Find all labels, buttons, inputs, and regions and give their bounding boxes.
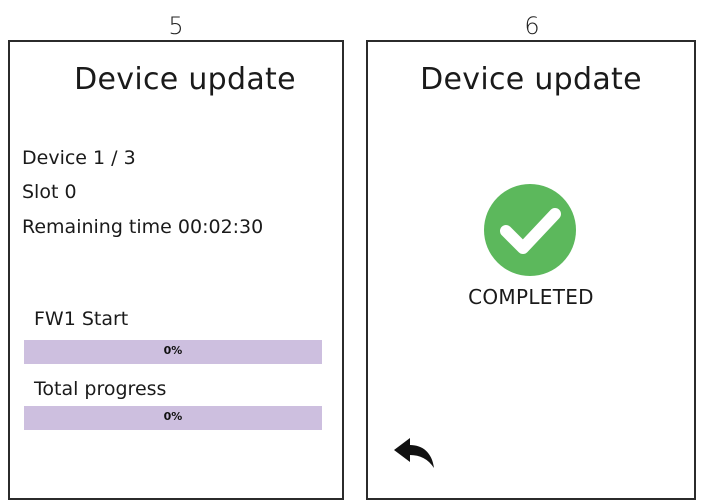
screen-title: Device update xyxy=(74,62,296,97)
step-number-5: 5 xyxy=(168,12,184,40)
device-count: Device 1 / 3 xyxy=(22,147,136,169)
back-arrow-icon[interactable] xyxy=(392,438,436,470)
device-update-screen-in-progress: Device update Device 1 / 3 Slot 0 Remain… xyxy=(8,40,344,500)
check-circle-icon xyxy=(484,184,576,276)
fw-progress-bar: 0% xyxy=(24,340,322,364)
device-update-screen-completed: Device update COMPLETED xyxy=(366,40,696,500)
total-progress-bar: 0% xyxy=(24,406,322,430)
fw-progress-percent: 0% xyxy=(163,344,183,357)
slot-label: Slot 0 xyxy=(22,181,77,203)
screen-title: Device update xyxy=(420,62,642,97)
remaining-time: Remaining time 00:02:30 xyxy=(22,216,264,238)
total-progress-label: Total progress xyxy=(34,378,167,400)
total-progress-percent: 0% xyxy=(163,410,183,423)
fw-progress-label: FW1 Start xyxy=(34,308,129,330)
completed-status: COMPLETED xyxy=(468,285,594,309)
step-number-6: 6 xyxy=(524,12,540,40)
